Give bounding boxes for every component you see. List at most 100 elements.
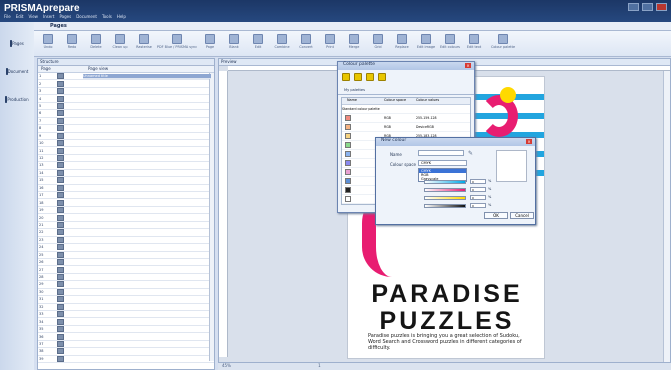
page-row[interactable]: 35 [38,326,214,334]
menu-pages[interactable]: Pages [59,14,71,19]
clean-up-button[interactable]: Clean up [108,31,132,56]
grid-button[interactable]: Grid [366,31,390,56]
eyedropper-icon[interactable]: ✎ [468,150,473,157]
print-button[interactable]: Print [318,31,342,56]
menu-file[interactable]: File [4,14,11,19]
menu-tools[interactable]: Tools [102,14,112,19]
palette-tab[interactable]: My palettes [338,88,474,95]
palette-row[interactable]: RGB DeviceRGB [342,123,470,132]
cancel-button[interactable]: Cancel [510,212,534,219]
page-row[interactable]: 19 [38,207,214,215]
page-row[interactable]: 21 [38,221,214,230]
delete-palette-icon[interactable] [378,73,386,81]
delete-button[interactable]: Delete [84,31,108,56]
copy-palette-icon[interactable] [354,73,362,81]
page-row[interactable]: 33 [38,311,214,319]
edit-colours-button[interactable]: Edit colours [438,31,462,56]
page-row[interactable]: 23 [38,236,214,245]
rail-pages[interactable]: Pages [1,40,33,69]
menu-document[interactable]: Document [76,14,97,19]
minimize-button[interactable] [628,3,639,11]
page-row[interactable]: 25 [38,251,214,259]
black-value[interactable]: 0 [470,203,486,208]
page-row[interactable]: 27 [38,266,214,274]
page-row[interactable]: 7 [38,117,214,126]
page-button[interactable]: Page [198,31,222,56]
redo-button[interactable]: Redo [60,31,84,56]
page-row[interactable]: 17 [38,192,214,200]
edit-text-button[interactable]: Edit text [462,31,486,56]
name-field[interactable] [418,150,464,156]
page-row[interactable]: 31 [38,296,214,304]
pdf-sync-button[interactable]: PDF Blue / PRISMA sync [156,31,198,56]
page-row[interactable]: 13 [38,162,214,170]
name-column[interactable]: Name [342,98,384,104]
page-row[interactable]: 16 [38,184,214,192]
rail-production[interactable]: Production [1,96,33,125]
page-row[interactable]: 20 [38,214,214,222]
combine-button[interactable]: Combine [270,31,294,56]
rail-document[interactable]: Document [1,68,33,97]
page-row[interactable]: 3 [38,88,214,96]
page-row[interactable]: 32 [38,303,214,311]
page-row[interactable]: 12 [38,155,214,163]
page-row[interactable]: 38 [38,348,214,356]
colour-space-column[interactable]: Colour space [384,98,416,104]
page-row[interactable]: 24 [38,244,214,252]
ok-button[interactable]: OK [484,212,508,219]
colour-values-column[interactable]: Colour values [416,98,439,104]
edit-image-button[interactable]: Edit image [414,31,438,56]
preview-scrollbar[interactable] [663,71,670,363]
page-row[interactable]: 2 [38,80,214,88]
zoom-level[interactable]: 45% [222,363,231,368]
page-row[interactable]: 39 [38,355,214,364]
page-row[interactable]: 26 [38,259,214,267]
page-row[interactable]: 10 [38,140,214,148]
magenta-value[interactable]: 0 [470,187,486,192]
page-row[interactable]: 5 [38,102,214,111]
yellow-slider[interactable] [424,196,466,200]
selected-page-row[interactable]: Unnamed title [83,74,211,79]
page-row[interactable]: 18 [38,199,214,207]
close-button[interactable] [656,3,667,11]
page-row[interactable]: 6 [38,110,214,118]
menu-edit[interactable]: Edit [16,14,24,19]
palette-group[interactable]: Standard colour palette [342,105,470,114]
column-page-view[interactable]: Page view [66,66,108,72]
page-row[interactable]: 28 [38,274,214,282]
edit-palette-icon[interactable] [366,73,374,81]
page-row[interactable]: 11 [38,147,214,155]
column-page[interactable]: Page [38,66,66,72]
rasterise-button[interactable]: Rasterise [132,31,156,56]
menu-help[interactable]: Help [117,14,126,19]
page-row[interactable]: 29 [38,281,214,289]
page-row[interactable]: 8 [38,125,214,133]
new-palette-icon[interactable] [342,73,350,81]
menu-insert[interactable]: Insert [43,14,54,19]
page-row[interactable]: 22 [38,229,214,237]
undo-button[interactable]: Undo [36,31,60,56]
page-row[interactable]: 36 [38,333,214,341]
blank-button[interactable]: Blank [222,31,246,56]
palette-row[interactable]: RGB 255-159-128 [342,114,470,123]
page-row[interactable]: 15 [38,177,214,185]
replace-button[interactable]: Replace [390,31,414,56]
page-row[interactable]: 30 [38,288,214,297]
merge-button[interactable]: Merge [342,31,366,56]
yellow-value[interactable]: 0 [470,195,486,200]
structure-scrollbar[interactable] [209,73,214,361]
page-row[interactable]: 14 [38,169,214,178]
maximize-button[interactable] [642,3,653,11]
page-row[interactable]: 34 [38,318,214,326]
menu-view[interactable]: View [28,14,38,19]
black-slider[interactable] [424,204,466,208]
cyan-value[interactable]: 0 [470,179,486,184]
colour-space-select[interactable]: CMYK [418,160,467,166]
colour-palette-button[interactable]: Colour palette [486,31,520,56]
edit-button[interactable]: Edit [246,31,270,56]
close-icon[interactable]: × [465,63,471,68]
page-number-field[interactable]: 1 [318,363,321,368]
magenta-slider[interactable] [424,188,466,192]
convert-button[interactable]: Convert [294,31,318,56]
page-row[interactable]: 4 [38,95,214,103]
